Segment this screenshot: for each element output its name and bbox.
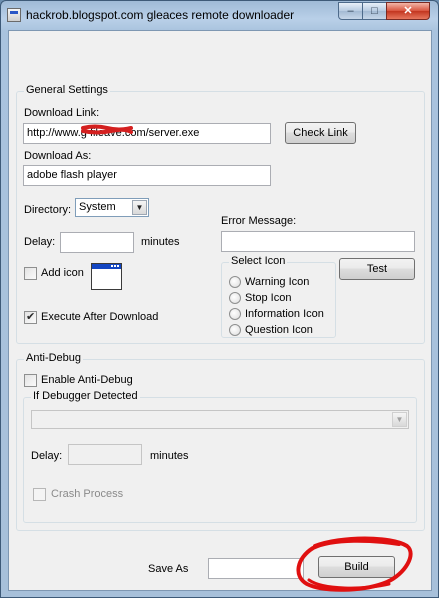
radio-information-label: Information Icon (245, 308, 324, 320)
anti-debug-minutes-label: minutes (150, 450, 189, 462)
download-link-label: Download Link: (24, 107, 100, 119)
select-icon-title: Select Icon (229, 255, 288, 267)
directory-label: Directory: (24, 204, 72, 216)
radio-warning-label: Warning Icon (245, 276, 310, 288)
chevron-down-icon[interactable]: ▼ (132, 200, 147, 215)
execute-after-download-checkbox[interactable] (24, 310, 37, 324)
save-as-input[interactable] (208, 558, 304, 579)
window-title: hackrob.blogspot.com gleaces remote down… (26, 8, 295, 22)
window-preview-icon (91, 263, 122, 290)
download-as-label: Download As: (24, 150, 92, 162)
download-link-input[interactable]: http://www.g fileave.com/server.exe (23, 123, 271, 144)
delay-label: Delay: (24, 236, 56, 248)
enable-anti-debug-checkbox[interactable] (24, 374, 37, 387)
error-message-input[interactable] (221, 231, 415, 252)
build-button[interactable]: Build (318, 556, 395, 578)
client-area: General Settings Download Link: http://w… (8, 30, 432, 591)
delay-minutes-label: minutes (141, 236, 180, 248)
close-button[interactable]: ✕ (386, 2, 430, 20)
test-button[interactable]: Test (339, 258, 415, 280)
anti-debug-delay-input[interactable] (68, 444, 142, 465)
anti-debug-delay-label: Delay: (31, 450, 63, 462)
directory-select[interactable]: System ▼ (75, 198, 149, 217)
if-debugger-detected-title: If Debugger Detected (31, 390, 140, 402)
anti-debug-title: Anti-Debug (24, 352, 84, 364)
execute-after-download-label: Execute After Download (41, 311, 159, 323)
chevron-down-icon[interactable]: ▼ (392, 412, 407, 427)
radio-question-label: Question Icon (245, 324, 313, 336)
radio-question-icon[interactable] (229, 324, 241, 336)
crash-process-label: Crash Process (51, 488, 124, 500)
add-icon-label: Add icon (41, 267, 84, 279)
radio-information-icon[interactable] (229, 308, 241, 320)
title-bar[interactable]: hackrob.blogspot.com gleaces remote down… (1, 1, 438, 30)
radio-warning-icon[interactable] (229, 276, 241, 288)
debugger-action-select[interactable]: ▼ (31, 410, 409, 429)
directory-select-value: System (79, 201, 116, 213)
window-frame: hackrob.blogspot.com gleaces remote down… (0, 0, 439, 598)
save-as-label: Save As (148, 563, 189, 575)
radio-stop-icon[interactable] (229, 292, 241, 304)
maximize-button[interactable]: □ (362, 2, 387, 20)
app-icon (7, 8, 21, 22)
enable-anti-debug-label: Enable Anti-Debug (41, 374, 133, 386)
radio-stop-label: Stop Icon (245, 292, 292, 304)
minimize-button[interactable]: – (338, 2, 363, 20)
general-settings-title: General Settings (24, 84, 110, 96)
error-message-label: Error Message: (221, 215, 297, 227)
add-icon-checkbox[interactable] (24, 267, 37, 280)
crash-process-checkbox[interactable] (33, 488, 46, 501)
check-link-button[interactable]: Check Link (285, 122, 356, 144)
delay-input[interactable] (60, 232, 134, 253)
download-as-input[interactable]: adobe flash player (23, 165, 271, 186)
